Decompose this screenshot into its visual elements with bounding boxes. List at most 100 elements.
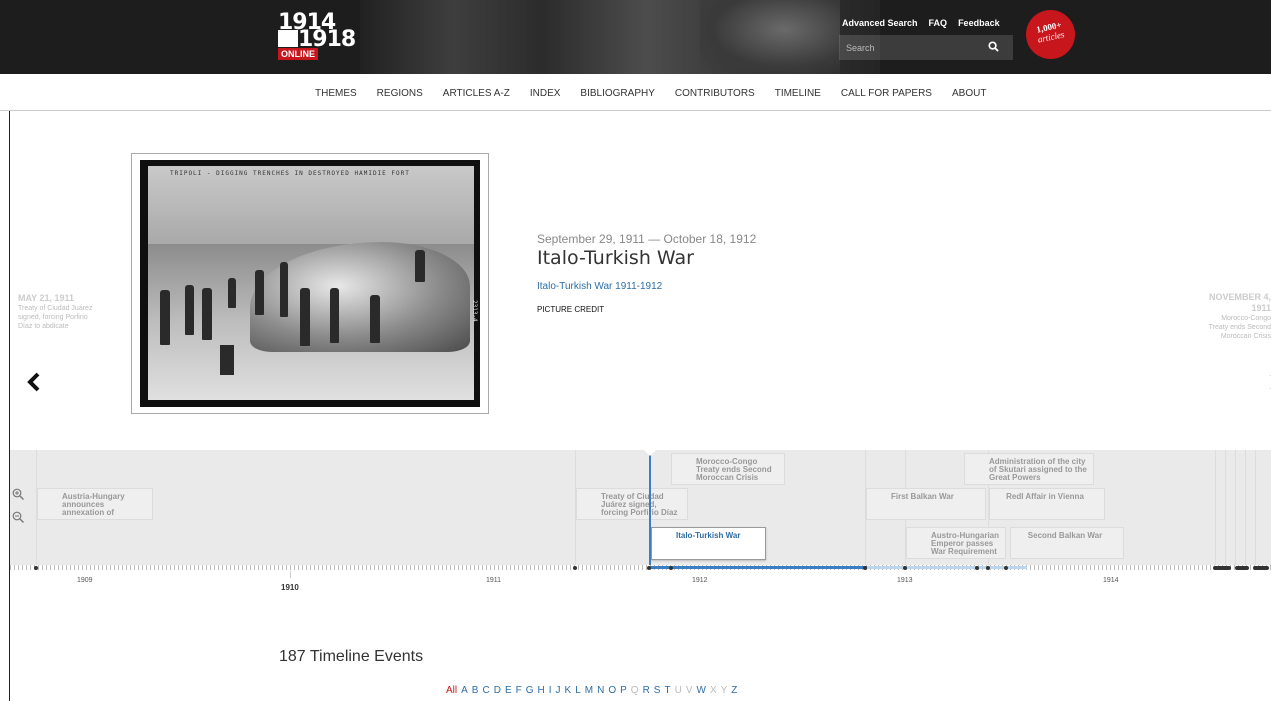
letter-filter-r[interactable]: R: [643, 685, 650, 696]
timeline-marker-line: [1245, 450, 1246, 565]
advanced-search-link[interactable]: Advanced Search: [842, 18, 918, 29]
photo-soldier: [370, 295, 380, 343]
year-tick: [290, 571, 291, 578]
letter-filter-h[interactable]: H: [538, 685, 545, 696]
letter-filter-b[interactable]: B: [472, 685, 479, 696]
event-dot[interactable]: [669, 566, 673, 570]
letter-filter-m[interactable]: M: [585, 685, 593, 696]
letter-filter-e[interactable]: E: [505, 685, 512, 696]
event-dot[interactable]: [1235, 566, 1249, 570]
timeline-marker-line: [1235, 450, 1236, 565]
event-photo: TRIPOLI - DIGGING TRENCHES IN DESTROYED …: [140, 160, 480, 407]
event-dot[interactable]: [1004, 566, 1008, 570]
photo-soldier: [185, 285, 194, 335]
letter-filter-p[interactable]: P: [620, 685, 627, 696]
photo-rifle-stack: [220, 345, 234, 375]
nav-articles-a-z[interactable]: ARTICLES A-Z: [443, 88, 510, 99]
search-icon[interactable]: [988, 41, 999, 52]
timeline-card-skutari-administration[interactable]: Administration of the city of Skutari as…: [964, 453, 1094, 485]
photo-soldier: [415, 250, 425, 282]
letter-filter-f[interactable]: F: [516, 685, 522, 696]
event-dot[interactable]: [573, 566, 577, 570]
timeline-navigator[interactable]: Austria-Hungary announces annexation of …: [10, 450, 1271, 600]
previous-event-teaser[interactable]: MAY 21, 1911 Treaty of Ciudad Juárez sig…: [18, 292, 98, 331]
letter-filter-q: Q: [630, 685, 639, 696]
letter-filter-t[interactable]: T: [664, 685, 670, 696]
nav-themes[interactable]: THEMES: [315, 88, 357, 99]
previous-event-text: Treaty of Ciudad Juárez signed, forcing …: [18, 305, 93, 330]
zoom-in-icon[interactable]: [12, 488, 24, 500]
site-logo[interactable]: 1914 1918 ONLINE: [278, 12, 356, 61]
timeline-events-count: 187 Timeline Events: [279, 648, 424, 665]
timeline-card-austro-hungarian-emperor[interactable]: Austro-Hungarian Emperor passes War Requ…: [906, 527, 1006, 559]
header-photo-soldier: [700, 0, 840, 74]
letter-filter-o[interactable]: O: [608, 685, 616, 696]
timeline-card-redl-affair[interactable]: Redl Affair in Vienna: [989, 488, 1105, 520]
articles-badge[interactable]: 1,000+ articles: [1021, 5, 1080, 64]
letter-filter-d[interactable]: D: [494, 685, 501, 696]
event-dot[interactable]: [1253, 566, 1269, 570]
zoom-out-icon[interactable]: [12, 511, 24, 523]
event-article-link[interactable]: Italo-Turkish War 1911-1912: [537, 281, 1037, 292]
letter-filter-all[interactable]: All: [446, 685, 457, 696]
event-dot[interactable]: [1213, 566, 1231, 570]
nav-timeline[interactable]: TIMELINE: [775, 88, 821, 99]
picture-credit-link[interactable]: PICTURE CREDIT: [537, 305, 1037, 314]
app: 1914 1918 ONLINE Advanced Search FAQ Fee…: [0, 0, 1271, 701]
nav-index[interactable]: INDEX: [530, 88, 561, 99]
timeline-current-pointer: [644, 450, 656, 456]
timeline-card-second-balkan-war[interactable]: Second Balkan War: [1010, 527, 1124, 559]
photo-sky: [148, 166, 474, 244]
event-title: Italo-Turkish War: [537, 247, 694, 269]
faq-link[interactable]: FAQ: [929, 18, 948, 29]
photo-soldier: [255, 270, 264, 315]
year-label-1909: 1909: [77, 577, 93, 584]
event-dot[interactable]: [647, 566, 651, 570]
timeline-current-marker: [649, 450, 651, 566]
event-dot[interactable]: [34, 566, 38, 570]
letter-filter-s[interactable]: S: [654, 685, 661, 696]
event-dot[interactable]: [975, 566, 979, 570]
letter-filter-l[interactable]: L: [575, 685, 581, 696]
event-date: September 29, 1911 — October 18, 1912: [537, 232, 757, 246]
letter-filter-c[interactable]: C: [482, 685, 489, 696]
nav-bibliography[interactable]: BIBLIOGRAPHY: [580, 88, 654, 99]
letter-filter-z[interactable]: Z: [731, 685, 737, 696]
letter-filter-k[interactable]: K: [565, 685, 572, 696]
timeline-card-italo-turkish-war[interactable]: Italo-Turkish War: [651, 527, 766, 560]
nav-regions[interactable]: REGIONS: [377, 88, 423, 99]
year-label-1914: 1914: [1103, 577, 1119, 584]
nav-call-for-papers[interactable]: CALL FOR PAPERS: [841, 88, 932, 99]
timeline-ruler[interactable]: 1909 1910 1911 1912 1913 1914: [10, 565, 1271, 600]
next-event-teaser[interactable]: NOVEMBER 4, 1911 Morocco-Congo Treaty en…: [1205, 292, 1271, 341]
timeline-marker-line: [1215, 450, 1216, 565]
letter-filter-u: U: [674, 685, 682, 696]
feedback-link[interactable]: Feedback: [958, 18, 1000, 29]
timeline-slide: TRIPOLI - DIGGING TRENCHES IN DESTROYED …: [10, 111, 1271, 450]
letter-filter-i[interactable]: I: [549, 685, 552, 696]
nav-about[interactable]: ABOUT: [952, 88, 986, 99]
previous-arrow-icon[interactable]: [26, 372, 42, 392]
nav-contributors[interactable]: CONTRIBUTORS: [675, 88, 755, 99]
letter-filter-y: Y: [720, 685, 728, 696]
timeline-card-first-balkan-war[interactable]: First Balkan War: [866, 488, 986, 520]
year-label-1912: 1912: [692, 577, 708, 584]
letter-filter-n[interactable]: N: [597, 685, 604, 696]
photo-soldier: [300, 288, 310, 346]
letter-filter-j[interactable]: J: [556, 685, 561, 696]
timeline-card-treaty-ciudad-juarez[interactable]: Treaty of Ciudad Juárez signed, forcing …: [576, 488, 688, 520]
search-input[interactable]: [839, 35, 989, 60]
utility-links: Advanced Search FAQ Feedback: [842, 18, 1000, 29]
photo-soldier: [160, 290, 170, 345]
letter-filter-g[interactable]: G: [526, 685, 534, 696]
timeline-card-austria-hungary-annexation[interactable]: Austria-Hungary announces annexation of: [37, 488, 153, 520]
timeline-card-morocco-congo-treaty[interactable]: Morocco-Congo Treaty ends Second Morocca…: [671, 453, 785, 485]
search-box: [839, 35, 1013, 60]
event-dot[interactable]: [903, 566, 907, 570]
letter-filter-a[interactable]: A: [461, 685, 468, 696]
event-dot[interactable]: [986, 566, 990, 570]
timeline-marker-line: [1225, 450, 1226, 565]
next-event-text: Morocco-Congo Treaty ends Second Morocca…: [1208, 315, 1271, 340]
event-dot[interactable]: [863, 566, 867, 570]
letter-filter-w[interactable]: W: [696, 685, 705, 696]
